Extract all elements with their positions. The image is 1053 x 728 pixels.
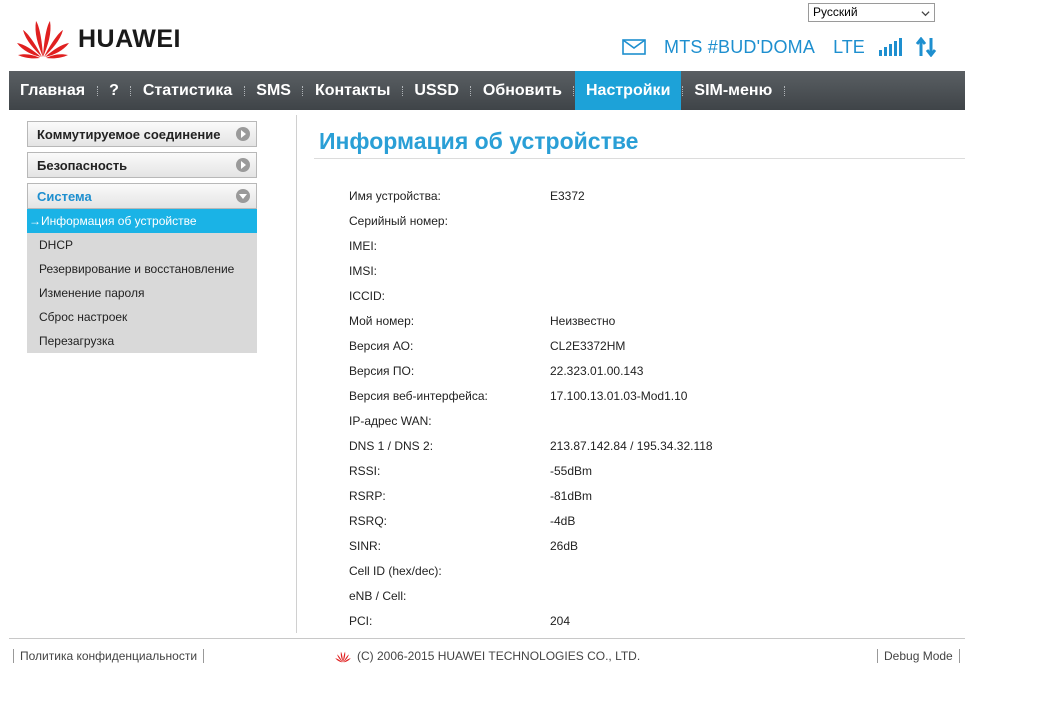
sidebar-group-system[interactable]: Система — [27, 183, 257, 209]
info-row-dns: DNS 1 / DNS 2: 213.87.142.84 / 195.34.32.… — [349, 433, 949, 458]
chevron-right-icon — [236, 127, 250, 141]
main-nav: Главная ? Статистика SMS Контакты USSD О… — [9, 71, 965, 110]
info-label: IMEI: — [349, 238, 378, 253]
info-value: E3372 — [550, 188, 585, 203]
huawei-logo: HUAWEI — [14, 14, 181, 60]
info-value: 22.323.01.00.143 — [550, 363, 644, 378]
info-label: RSRQ: — [349, 513, 388, 528]
info-row-enb-cell: eNB / Cell: — [349, 583, 949, 608]
sidebar-item-device-info[interactable]: →Информация об устройстве — [27, 209, 257, 233]
chevron-down-icon — [921, 11, 930, 17]
sidebar-group-label: Система — [37, 189, 92, 204]
info-label: IMSI: — [349, 263, 378, 278]
info-row-sw-version: Версия ПО: 22.323.01.00.143 — [349, 358, 949, 383]
sidebar-group-security[interactable]: Безопасность — [27, 152, 257, 178]
brand-name: HUAWEI — [78, 24, 181, 53]
info-row-device-name: Имя устройства: E3372 — [349, 183, 949, 208]
sidebar-item-dhcp[interactable]: DHCP — [27, 233, 257, 257]
info-row-imei: IMEI: — [349, 233, 949, 258]
info-label: Имя устройства: — [349, 188, 441, 203]
network-type: LTE — [833, 36, 865, 57]
sidebar-group-dialup[interactable]: Коммутируемое соединение — [27, 121, 257, 147]
info-value: -81dBm — [550, 488, 593, 503]
sidebar-item-factory-reset[interactable]: Сброс настроек — [27, 305, 257, 329]
info-row-iccid: ICCID: — [349, 283, 949, 308]
info-value: -4dB — [550, 513, 576, 528]
system-submenu: →Информация об устройстве DHCP Резервиро… — [27, 209, 257, 353]
operator-name: MTS #BUD'DOMA — [664, 36, 816, 57]
page-title: Информация об устройстве — [319, 128, 639, 154]
info-row-serial: Серийный номер: — [349, 208, 949, 233]
nav-item-home[interactable]: Главная — [9, 71, 96, 110]
info-label: Версия веб-интерфейса: — [349, 388, 488, 403]
copyright: (C) 2006-2015 HUAWEI TECHNOLOGIES CO., L… — [334, 649, 640, 663]
nav-item-update[interactable]: Обновить — [472, 71, 573, 110]
info-label: Версия ПО: — [349, 363, 415, 378]
nav-item-settings[interactable]: Настройки — [574, 71, 682, 110]
info-label: Cell ID (hex/dec): — [349, 563, 442, 578]
content-divider — [296, 115, 297, 633]
nav-item-statistics[interactable]: Статистика — [132, 71, 243, 110]
huawei-flower-icon — [335, 651, 351, 662]
status-bar: MTS #BUD'DOMA LTE — [622, 36, 937, 58]
copyright-text: (C) 2006-2015 HUAWEI TECHNOLOGIES CO., L… — [357, 649, 641, 663]
info-row-imsi: IMSI: — [349, 258, 949, 283]
sidebar-item-change-password[interactable]: Изменение пароля — [27, 281, 257, 305]
info-row-webui-version: Версия веб-интерфейса: 17.100.13.01.03-Mo… — [349, 383, 949, 408]
mail-icon[interactable] — [622, 39, 646, 55]
info-row-my-number: Мой номер: Неизвестно — [349, 308, 949, 333]
info-row-hw-version: Версия АО: CL2E3372HM — [349, 333, 949, 358]
info-label: DNS 1 / DNS 2: — [349, 438, 434, 453]
info-value: CL2E3372HM — [550, 338, 626, 353]
huawei-flower-icon — [17, 21, 69, 59]
chevron-right-icon — [236, 158, 250, 172]
footer-divider — [9, 638, 965, 639]
title-divider — [314, 158, 965, 159]
info-value: -55dBm — [550, 463, 593, 478]
info-label: IP-адрес WAN: — [349, 413, 432, 428]
nav-item-sms[interactable]: SMS — [245, 71, 302, 110]
chevron-down-icon — [236, 189, 250, 203]
info-row-rsrp: RSRP: -81dBm — [349, 483, 949, 508]
info-row-pci: PCI: 204 — [349, 608, 949, 633]
info-value: 26dB — [550, 538, 579, 553]
signal-icon — [878, 38, 902, 56]
info-value: 204 — [550, 613, 571, 628]
info-value: Неизвестно — [550, 313, 616, 328]
sidebar-group-label: Безопасность — [37, 158, 128, 173]
info-label: Серийный номер: — [349, 213, 448, 228]
info-row-cell-id: Cell ID (hex/dec): — [349, 558, 949, 583]
info-row-wan-ip: IP-адрес WAN: — [349, 408, 949, 433]
info-label: RSSI: — [349, 463, 381, 478]
info-row-rssi: RSSI: -55dBm — [349, 458, 949, 483]
debug-mode-link[interactable]: Debug Mode — [877, 649, 960, 663]
sidebar: Коммутируемое соединение Безопасность Си… — [27, 121, 257, 353]
info-row-rsrq: RSRQ: -4dB — [349, 508, 949, 533]
language-select[interactable]: Русский — [808, 3, 935, 22]
info-label: Версия АО: — [349, 338, 414, 353]
info-value: 213.87.142.84 / 195.34.32.118 — [550, 438, 713, 453]
info-label: ICCID: — [349, 288, 385, 303]
device-info-table: Имя устройства: E3372 Серийный номер: IME… — [349, 183, 949, 633]
nav-item-help[interactable]: ? — [98, 71, 130, 110]
info-row-sinr: SINR: 26dB — [349, 533, 949, 558]
privacy-policy-link[interactable]: Политика конфиденциальности — [13, 649, 205, 663]
info-label: eNB / Cell: — [349, 588, 407, 603]
language-selected-value: Русский — [813, 5, 858, 19]
nav-item-sim-menu[interactable]: SIM-меню — [683, 71, 783, 110]
nav-item-ussd[interactable]: USSD — [403, 71, 469, 110]
sidebar-item-backup-restore[interactable]: Резервирование и восстановление — [27, 257, 257, 281]
data-arrows-icon — [915, 37, 936, 57]
info-label: SINR: — [349, 538, 382, 553]
info-label: Мой номер: — [349, 313, 415, 328]
sidebar-item-reboot[interactable]: Перезагрузка — [27, 329, 257, 353]
sidebar-group-label: Коммутируемое соединение — [37, 127, 221, 142]
info-label: PCI: — [349, 613, 373, 628]
info-value: 17.100.13.01.03-Mod1.10 — [550, 388, 688, 403]
info-label: RSRP: — [349, 488, 386, 503]
nav-item-contacts[interactable]: Контакты — [304, 71, 401, 110]
